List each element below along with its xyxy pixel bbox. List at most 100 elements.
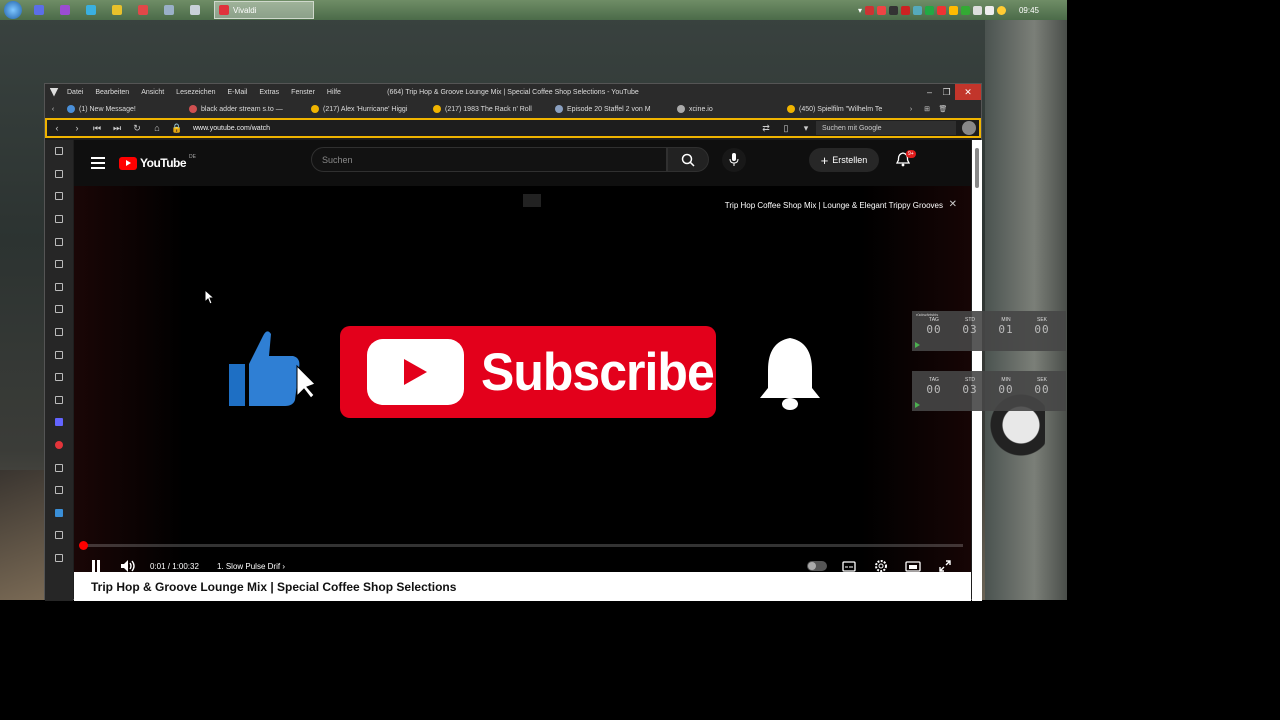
start-button[interactable]: [0, 0, 26, 20]
menu-item-7[interactable]: Hilfe: [327, 89, 341, 96]
progress-scrubber[interactable]: [79, 541, 88, 550]
profile-avatar[interactable]: [962, 121, 976, 135]
panel-file-icon[interactable]: [45, 524, 73, 547]
tab-2[interactable]: (217) Alex 'Hurricane' Higgi: [305, 100, 427, 118]
panel-mastodon-icon[interactable]: [45, 411, 73, 434]
panel-web-panel-icon[interactable]: [45, 502, 73, 525]
home-icon[interactable]: ⌂: [147, 123, 167, 133]
panel-reading-list-icon[interactable]: [45, 163, 73, 186]
panel-blank-icon[interactable]: [45, 456, 73, 479]
reload-icon[interactable]: ↻: [127, 123, 147, 134]
minimize-button[interactable]: –: [921, 84, 938, 100]
tray-steam-icon[interactable]: [888, 5, 898, 15]
menu-item-2[interactable]: Ansicht: [141, 89, 164, 96]
play-icon[interactable]: [915, 402, 920, 408]
tray-volume-icon[interactable]: [864, 5, 874, 15]
panel-contacts-icon[interactable]: [45, 389, 73, 412]
settings-button[interactable]: [865, 559, 897, 573]
panel-mail-icon[interactable]: [45, 298, 73, 321]
youtube-logo[interactable]: YouTube DE: [119, 154, 196, 170]
tray-monitor-icon[interactable]: [984, 5, 994, 15]
yellow-app-icon[interactable]: [104, 0, 130, 20]
menu-item-0[interactable]: Datei: [67, 89, 83, 96]
scrollbar-thumb[interactable]: [975, 148, 979, 188]
bookmark-icon[interactable]: ▯: [776, 123, 796, 134]
tray-app-icon[interactable]: [924, 5, 934, 15]
menu-item-6[interactable]: Fenster: [291, 89, 315, 96]
panel-feeds-icon[interactable]: [45, 366, 73, 389]
search-field[interactable]: Suchen mit Google: [816, 121, 956, 135]
document-app-icon[interactable]: [156, 0, 182, 20]
window-app-icon[interactable]: [182, 0, 208, 20]
theater-mode-button[interactable]: [897, 560, 929, 572]
tray-expand-icon[interactable]: ▾: [858, 6, 862, 15]
tab-scroll-left-icon[interactable]: ‹: [45, 106, 61, 113]
blue-app-icon[interactable]: [26, 0, 52, 20]
fast-forward-icon[interactable]: ⏭: [107, 123, 127, 134]
overlay-close-icon[interactable]: ✕: [949, 199, 957, 210]
panel-tasks-icon[interactable]: [45, 343, 73, 366]
tab-4[interactable]: Episode 20 Staffel 2 von M: [549, 100, 671, 118]
url-field[interactable]: www.youtube.com/watch: [187, 125, 756, 132]
progress-bar[interactable]: [82, 544, 963, 547]
forward-icon[interactable]: ›: [67, 123, 87, 133]
security-badge-icon[interactable]: 🔒: [167, 123, 187, 134]
tray-app-icon[interactable]: [996, 5, 1006, 15]
tray-app-icon[interactable]: [912, 5, 922, 15]
taskbar-item-vivaldi[interactable]: Vivaldi: [214, 1, 314, 19]
panel-add-icon[interactable]: [45, 547, 73, 570]
hamburger-menu-icon[interactable]: [91, 157, 105, 169]
chapter-button[interactable]: 1. Slow Pulse Drif ›: [217, 562, 285, 571]
video-overlay-title[interactable]: Trip Hop Coffee Shop Mix | Lounge & Eleg…: [725, 201, 943, 210]
clock[interactable]: 09:45: [1009, 6, 1059, 15]
close-button[interactable]: ✕: [955, 84, 981, 100]
tray-app-icon[interactable]: [948, 5, 958, 15]
back-icon[interactable]: ‹: [47, 123, 67, 133]
autoplay-toggle[interactable]: [807, 561, 827, 571]
panel-window-icon[interactable]: [45, 253, 73, 276]
play-icon[interactable]: [915, 342, 920, 348]
panel-vivaldi-icon[interactable]: [45, 434, 73, 457]
countdown-widget-2[interactable]: TAG 00 STD 03 MIN 00 SEK 00: [912, 371, 1066, 411]
red-app-icon[interactable]: [130, 0, 156, 20]
reader-icon[interactable]: ⇄: [756, 123, 776, 134]
vivaldi-menu-icon[interactable]: [45, 87, 63, 97]
url-dropdown-icon[interactable]: ▾: [796, 123, 816, 134]
menu-item-1[interactable]: Bearbeiten: [95, 89, 129, 96]
panel-blank2-icon[interactable]: [45, 479, 73, 502]
tray-app-icon[interactable]: [960, 5, 970, 15]
panel-translate-icon[interactable]: [45, 276, 73, 299]
maximize-button[interactable]: ❐: [938, 84, 955, 100]
fullscreen-button[interactable]: [929, 560, 961, 572]
tab-1[interactable]: black adder stream s.to —: [183, 100, 305, 118]
panel-history-icon[interactable]: [45, 208, 73, 231]
countdown-widget-1[interactable]: rückwärtsbis TAG 00 STD 03 MIN 01 SEK 00: [912, 311, 1066, 351]
rewind-icon[interactable]: ⏮: [87, 123, 107, 134]
tab-scroll-right-icon[interactable]: ›: [903, 106, 919, 113]
tab-0[interactable]: (1) New Message!: [61, 100, 183, 118]
tray-app-icon[interactable]: [900, 5, 910, 15]
volume-button[interactable]: [112, 559, 144, 573]
menu-item-5[interactable]: Extras: [259, 89, 279, 96]
video-player[interactable]: Trip Hop Coffee Shop Mix | Lounge & Eleg…: [74, 186, 971, 572]
tab-5[interactable]: xcine.io: [671, 100, 781, 118]
menu-item-3[interactable]: Lesezeichen: [176, 89, 215, 96]
vpn-icon[interactable]: [78, 0, 104, 20]
menu-item-4[interactable]: E-Mail: [227, 89, 247, 96]
trash-icon[interactable]: 🗑: [935, 105, 951, 113]
pause-button[interactable]: [80, 560, 112, 572]
panel-calendar-icon[interactable]: [45, 321, 73, 344]
tab-3[interactable]: (217) 1983 The Rack n' Roll: [427, 100, 549, 118]
youtube-search-input[interactable]: Suchen: [311, 147, 667, 172]
purple-app-icon[interactable]: [52, 0, 78, 20]
tray-network-icon[interactable]: [972, 5, 982, 15]
tray-app-icon[interactable]: [876, 5, 886, 15]
tab-6[interactable]: (450) Spielfilm "Wilhelm Te: [781, 100, 903, 118]
panel-notes-icon[interactable]: [45, 230, 73, 253]
voice-search-button[interactable]: [722, 148, 746, 172]
tray-app-icon[interactable]: [936, 5, 946, 15]
new-tab-icon[interactable]: ⊞: [919, 105, 935, 113]
subtitles-button[interactable]: [833, 560, 865, 572]
search-button[interactable]: [667, 147, 709, 172]
create-button[interactable]: + Erstellen: [809, 148, 879, 172]
